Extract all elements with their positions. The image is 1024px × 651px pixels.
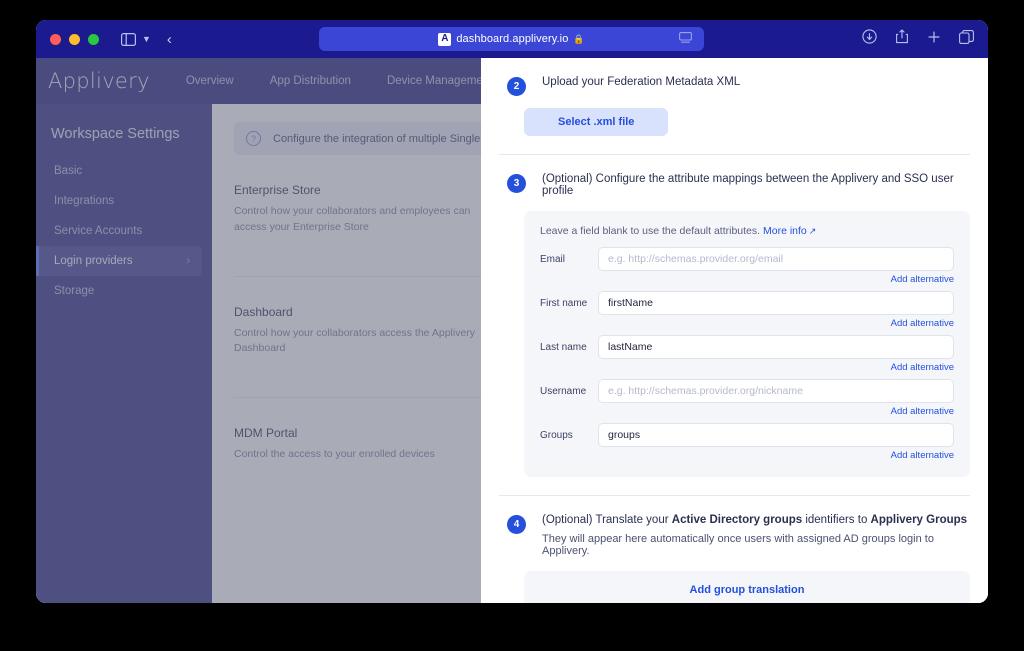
url-text: dashboard.applivery.io: [456, 33, 569, 45]
mapping-hint: Leave a field blank to use the default a…: [540, 225, 954, 237]
sidebar-item-service-accounts[interactable]: Service Accounts: [36, 216, 212, 246]
last-name-attribute-input[interactable]: [598, 335, 954, 359]
window-traffic-lights[interactable]: [50, 33, 99, 45]
tabs-overview-icon[interactable]: [959, 29, 974, 49]
download-icon[interactable]: [862, 29, 877, 49]
step-4-title: (Optional) Translate your Active Directo…: [542, 514, 970, 526]
sidebar-item-label: Service Accounts: [54, 225, 143, 237]
sidebar-item-login-providers[interactable]: Login providers ›: [36, 246, 202, 276]
add-group-translation-button[interactable]: Add group translation: [524, 571, 970, 603]
nav-item-app-distribution[interactable]: App Distribution: [270, 75, 351, 87]
field-label: Email: [540, 253, 566, 265]
site-favicon-icon: A: [438, 32, 452, 46]
share-icon[interactable]: [895, 29, 909, 49]
field-row-groups: Groups: [540, 423, 954, 447]
nav-item-overview[interactable]: Overview: [186, 75, 234, 87]
step-3-title: (Optional) Configure the attribute mappi…: [542, 173, 954, 197]
field-label: Last name: [540, 341, 587, 353]
lock-icon: 🔒: [573, 33, 585, 44]
step-3: 3 (Optional) Configure the attribute map…: [499, 155, 970, 197]
sidebar-item-storage[interactable]: Storage: [36, 276, 212, 306]
chevron-right-icon: ›: [186, 255, 190, 267]
more-info-link[interactable]: More info: [763, 225, 807, 237]
workspace-settings-sidebar: Workspace Settings Basic Integrations Se…: [36, 104, 212, 603]
step-4-subtitle: They will appear here automatically once…: [542, 533, 934, 557]
sidebar-item-label: Storage: [54, 285, 95, 297]
step-4: 4 (Optional) Translate your Active Direc…: [499, 496, 970, 557]
field-label: Username: [540, 385, 587, 397]
question-mark-icon: ?: [246, 131, 261, 146]
attribute-mapping-card: Leave a field blank to use the default a…: [524, 211, 970, 477]
external-link-icon: ↗: [808, 226, 817, 236]
step-4-title-part1: (Optional) Translate your: [542, 514, 672, 526]
sidebar-item-label: Basic: [54, 165, 83, 177]
new-tab-icon[interactable]: [927, 30, 941, 49]
step-4-title-bold1: Active Directory groups: [671, 514, 803, 526]
minimize-window-button[interactable]: [69, 33, 80, 45]
applivery-logo[interactable]: Applivery: [48, 69, 150, 93]
address-bar[interactable]: A dashboard.applivery.io 🔒: [319, 27, 704, 51]
email-attribute-input[interactable]: [598, 247, 954, 271]
sidebar-item-basic[interactable]: Basic: [36, 156, 212, 186]
sidebar-title: Workspace Settings: [51, 126, 180, 142]
field-label: Groups: [540, 429, 573, 441]
section-description: Control how your collaborators and emplo…: [234, 205, 471, 233]
step-number-badge: 3: [507, 174, 526, 193]
username-attribute-input[interactable]: [598, 379, 954, 403]
select-xml-file-button[interactable]: Select .xml file: [524, 108, 669, 136]
field-row-username: Username: [540, 379, 954, 403]
step-2-title: Upload your Federation Metadata XML: [542, 76, 741, 88]
field-label: First name: [540, 297, 588, 309]
sidebar-toggle-icon[interactable]: [121, 32, 136, 46]
sso-configuration-panel: 2 Upload your Federation Metadata XML Se…: [481, 58, 988, 603]
back-arrow-icon[interactable]: ‹: [167, 31, 172, 48]
step-4-title-bold2: Applivery Groups: [870, 514, 968, 526]
add-alternative-first-name[interactable]: Add alternative: [540, 318, 954, 329]
section-description: Control how your collaborators access th…: [234, 326, 476, 355]
nav-item-device-management[interactable]: Device Management: [387, 75, 492, 87]
reader-mode-icon[interactable]: [679, 32, 692, 47]
sidebar-item-label: Integrations: [54, 195, 115, 207]
add-alternative-groups[interactable]: Add alternative: [540, 450, 954, 461]
field-row-email: Email: [540, 247, 954, 271]
add-alternative-username[interactable]: Add alternative: [540, 406, 954, 417]
section-description: Control the access to your enrolled devi…: [234, 448, 435, 460]
first-name-attribute-input[interactable]: [598, 291, 954, 315]
groups-attribute-input[interactable]: [598, 423, 954, 447]
step-2: 2 Upload your Federation Metadata XML: [499, 58, 970, 96]
add-alternative-email[interactable]: Add alternative: [540, 274, 954, 285]
step-number-badge: 4: [507, 515, 526, 534]
step-number-badge: 2: [507, 77, 526, 96]
chevron-down-icon[interactable]: ▼: [142, 34, 151, 44]
step-4-title-part2: identifiers to: [802, 514, 871, 526]
sidebar-item-label: Login providers: [54, 255, 133, 267]
browser-chrome: ▼ ‹ A dashboard.applivery.io 🔒: [36, 20, 988, 58]
page-viewport: Applivery Overview App Distribution Devi…: [36, 58, 988, 603]
mapping-hint-text: Leave a field blank to use the default a…: [540, 225, 761, 237]
sidebar-item-integrations[interactable]: Integrations: [36, 186, 212, 216]
close-window-button[interactable]: [50, 33, 61, 45]
browser-toolbar-right: [862, 20, 974, 58]
field-row-first-name: First name: [540, 291, 954, 315]
browser-window: ▼ ‹ A dashboard.applivery.io 🔒 Applivery…: [36, 20, 988, 603]
add-alternative-last-name[interactable]: Add alternative: [540, 362, 954, 373]
maximize-window-button[interactable]: [88, 33, 99, 45]
field-row-last-name: Last name: [540, 335, 954, 359]
